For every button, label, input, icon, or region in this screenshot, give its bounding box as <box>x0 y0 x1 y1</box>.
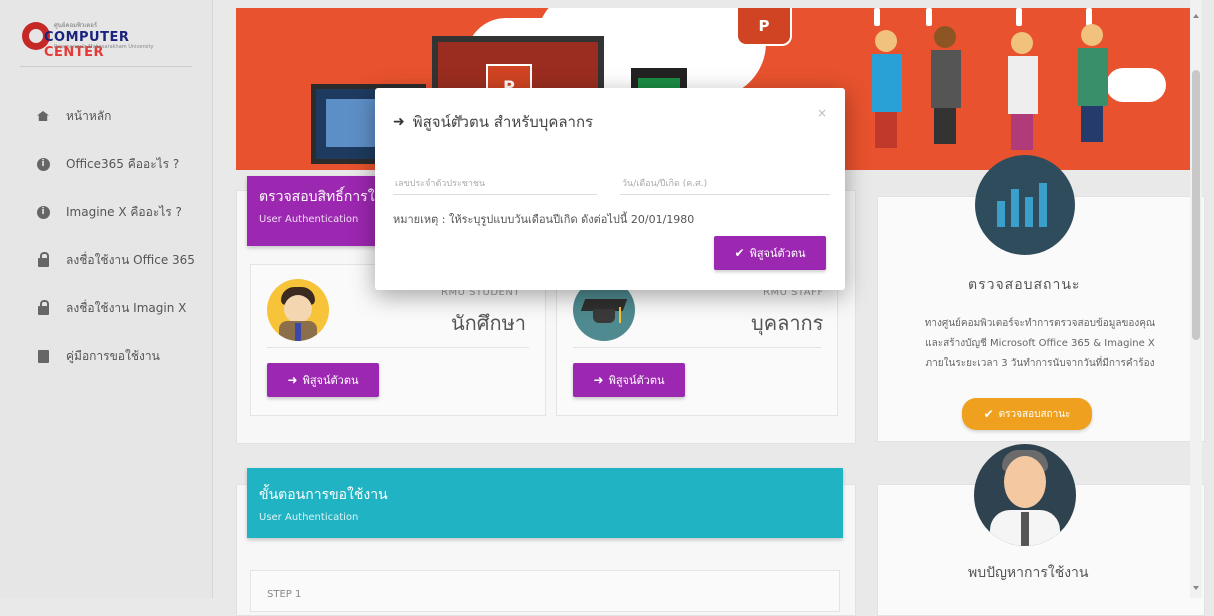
sidebar-item-label: หน้าหลัก <box>66 108 112 123</box>
step-1-box: STEP 1 <box>250 570 840 612</box>
sidebar-item-manual[interactable]: คู่มือการขอใช้งาน <box>0 332 212 380</box>
staff-auth-modal: ➜ พิสูจน์ตัวตน สำหรับบุคลากร × หมายเหตุ … <box>375 88 845 290</box>
sidebar-item-imagine-signup[interactable]: ลงชื่อใช้งาน Imagin X <box>0 284 212 332</box>
steps-card-header: ขั้นตอนการขอใช้งาน User Authentication <box>247 468 843 538</box>
sidebar-item-home[interactable]: หน้าหลัก <box>0 92 212 140</box>
student-verify-button[interactable]: ➜ พิสูจน์ตัวตน <box>267 363 379 397</box>
sidebar-item-office365-signup[interactable]: ลงชื่อใช้งาน Office 365 <box>0 236 212 284</box>
cloud-shape <box>1106 68 1166 102</box>
sign-in-icon: ➜ <box>287 373 298 387</box>
powerpoint-top-icon: P <box>736 8 792 46</box>
person-illustration <box>1008 32 1038 150</box>
sign-in-icon: ➜ <box>393 114 405 130</box>
sidebar-item-imagine-info[interactable]: i Imagine X คืออะไร ? <box>0 188 212 236</box>
logo-name-part1: COMPUTER <box>44 30 130 45</box>
sign-in-icon: ➜ <box>593 373 604 387</box>
sidebar: ศูนย์คอมพิวเตอร์ COMPUTER CENTER Rajaman… <box>0 0 213 598</box>
close-icon[interactable]: × <box>817 106 827 120</box>
sidebar-item-label: ลงชื่อใช้งาน Office 365 <box>66 252 195 267</box>
lock-icon <box>36 251 50 267</box>
sidebar-item-label: Office365 คืออะไร ? <box>66 156 180 171</box>
modal-title: ➜ พิสูจน์ตัวตน สำหรับบุคลากร <box>393 113 594 131</box>
check-circle-icon: ✔ <box>734 246 745 260</box>
steps-card-title: ขั้นตอนการขอใช้งาน <box>259 487 388 503</box>
lock-icon <box>36 299 50 315</box>
student-avatar <box>267 279 329 341</box>
status-card-title: ตรวจสอบสถานะ <box>968 277 1081 293</box>
info-icon: i <box>36 157 50 171</box>
computer-center-logo[interactable]: ศูนย์คอมพิวเตอร์ COMPUTER CENTER Rajaman… <box>22 22 162 60</box>
status-card-description: ทางศูนย์คอมพิวเตอร์จะทำการตรวจสอบข้อมูลข… <box>924 318 1156 369</box>
hanging-line <box>1016 8 1022 26</box>
book-icon <box>36 349 50 363</box>
divider <box>267 347 529 348</box>
check-status-button[interactable]: ✔ ตรวจสอบสถานะ <box>962 398 1092 430</box>
logo-small-top: ศูนย์คอมพิวเตอร์ <box>54 22 98 29</box>
birthdate-input[interactable] <box>620 174 830 195</box>
person-illustration <box>931 26 961 144</box>
citizen-id-input[interactable] <box>393 174 597 195</box>
step-label: STEP 1 <box>267 589 302 600</box>
hanging-line <box>874 8 880 26</box>
divider <box>573 347 821 348</box>
page-scrollbar[interactable] <box>1190 0 1202 598</box>
support-avatar <box>974 444 1076 546</box>
chart-icon <box>975 155 1075 255</box>
sidebar-item-label: Imagine X คืออะไร ? <box>66 204 182 219</box>
student-role-name: นักศึกษา <box>451 311 526 335</box>
modal-note: หมายเหตุ : ให้ระบุรูปแบบวันเดือนปีเกิด ด… <box>393 213 695 226</box>
help-card-title: พบปัญหาการใช้งาน <box>968 565 1089 581</box>
logo-small-bottom: Rajamangala Mahasarakham University <box>54 44 154 50</box>
check-circle-icon: ✔ <box>983 407 994 421</box>
scroll-down-arrow-icon[interactable] <box>1193 586 1199 590</box>
staff-role-name: บุคลากร <box>751 311 824 335</box>
sidebar-divider <box>20 66 192 67</box>
person-illustration <box>1078 24 1108 142</box>
scroll-up-arrow-icon[interactable] <box>1193 14 1199 18</box>
hanging-line <box>926 8 932 26</box>
home-icon <box>36 109 50 123</box>
sidebar-item-label: ลงชื่อใช้งาน Imagin X <box>66 300 187 315</box>
staff-verify-button[interactable]: ➜ พิสูจน์ตัวตน <box>573 363 685 397</box>
scroll-thumb[interactable] <box>1192 70 1200 340</box>
sidebar-nav: หน้าหลัก i Office365 คืออะไร ? i Imagine… <box>0 92 212 380</box>
info-icon: i <box>36 205 50 219</box>
verify-identity-button[interactable]: ✔ พิสูจน์ตัวตน <box>714 236 826 270</box>
sidebar-item-label: คู่มือการขอใช้งาน <box>66 348 160 363</box>
steps-card-subtitle: User Authentication <box>259 512 359 523</box>
person-illustration <box>872 30 902 148</box>
sidebar-item-office365-info[interactable]: i Office365 คืออะไร ? <box>0 140 212 188</box>
